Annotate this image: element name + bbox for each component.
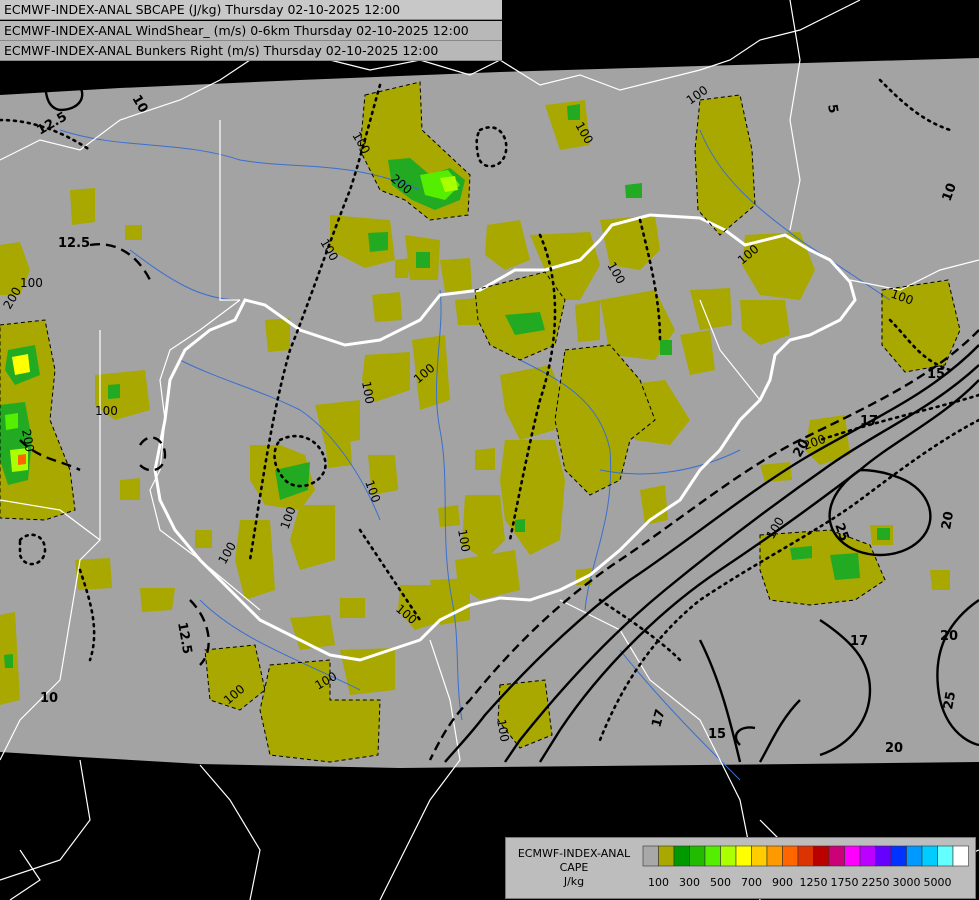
- legend-swatch: [751, 845, 768, 867]
- shear-label: 10: [40, 691, 58, 706]
- model-domain: [0, 58, 979, 768]
- header-bunkers: ECMWF-INDEX-ANAL Bunkers Right (m/s) Thu…: [0, 41, 502, 61]
- legend-swatch: [875, 845, 892, 867]
- legend-swatch: [921, 845, 938, 867]
- legend-swatch: [813, 845, 830, 867]
- shear-label: 17: [860, 414, 878, 429]
- legend-tick-label: 700: [741, 876, 762, 889]
- shear-label: 20: [939, 510, 957, 530]
- legend-swatch: [937, 845, 954, 867]
- cape-label: 100: [95, 404, 118, 418]
- legend-swatch: [658, 845, 675, 867]
- cape-legend: ECMWF-INDEX-ANAL CAPE J/kg 100 300 500 700 9…: [505, 837, 976, 899]
- legend-tick-label: 1750: [831, 876, 859, 889]
- shear-label: 17: [850, 634, 868, 649]
- legend-swatch: [797, 845, 814, 867]
- legend-swatch: [782, 845, 799, 867]
- legend-swatch: [828, 845, 845, 867]
- legend-swatch: [952, 845, 969, 867]
- legend-tick-label: 900: [772, 876, 793, 889]
- legend-tick-label: 5000: [924, 876, 952, 889]
- legend-swatch: [890, 845, 907, 867]
- legend-tick-label: 3000: [893, 876, 921, 889]
- legend-tick-label: 1250: [800, 876, 828, 889]
- legend-scale: 100 300 500 700 900 1250 1750 2250 3000 5000: [642, 845, 969, 889]
- shear-label: 15: [927, 367, 945, 382]
- legend-swatch: [859, 845, 876, 867]
- legend-tick-label: 500: [710, 876, 731, 889]
- cape-label: 100: [20, 276, 43, 290]
- legend-swatch: [735, 845, 752, 867]
- shear-label: 20: [885, 741, 903, 756]
- legend-swatch: [844, 845, 861, 867]
- legend-swatch: [689, 845, 706, 867]
- legend-swatch: [642, 845, 659, 867]
- shear-label: 20: [940, 629, 958, 644]
- legend-tick-label: 100: [648, 876, 669, 889]
- legend-tick-label: 2250: [862, 876, 890, 889]
- header-sbcape: ECMWF-INDEX-ANAL SBCAPE (J/kg) Thursday …: [0, 0, 502, 20]
- shear-label: 5: [340, 65, 349, 80]
- weather-map: 5 5 10 10 12.5 12.5 12.5 15 15 17 17 17 …: [0, 0, 979, 900]
- legend-swatch: [720, 845, 737, 867]
- shear-label: 12.5: [58, 236, 90, 251]
- legend-swatch: [906, 845, 923, 867]
- map-viewport: 5 5 10 10 12.5 12.5 12.5 15 15 17 17 17 …: [0, 0, 979, 900]
- shear-label: 15: [708, 727, 726, 742]
- legend-swatch: [673, 845, 690, 867]
- shear-label: 25: [941, 690, 959, 710]
- header-windshear: ECMWF-INDEX-ANAL WindShear_ (m/s) 0-6km …: [0, 21, 502, 41]
- legend-swatch: [704, 845, 721, 867]
- legend-swatch: [766, 845, 783, 867]
- legend-tick-label: 300: [679, 876, 700, 889]
